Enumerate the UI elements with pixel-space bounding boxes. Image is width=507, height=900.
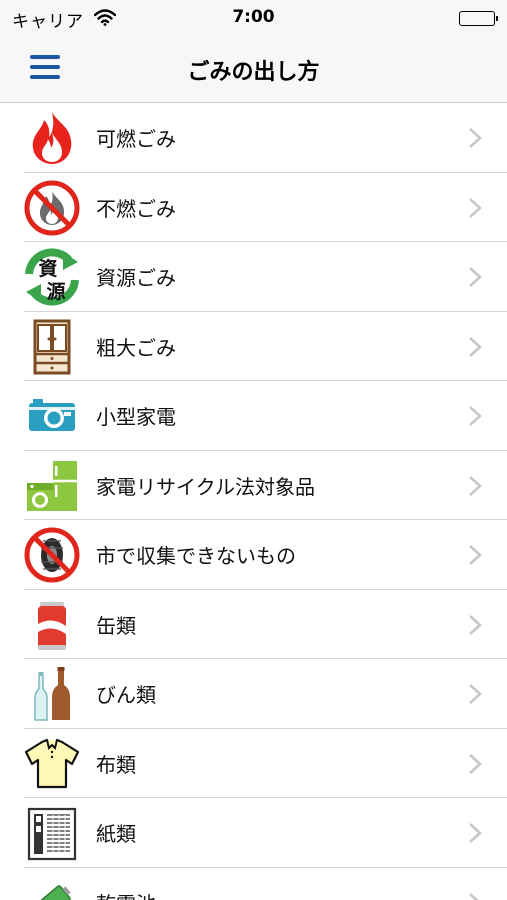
navigation-bar: ごみの出し方 bbox=[0, 36, 507, 103]
battery-icon bbox=[459, 11, 498, 26]
list-item-appliance-recycling[interactable]: 家電リサイクル法対象品 bbox=[0, 451, 507, 521]
list-item-dry-batteries[interactable]: 乾電池 bbox=[0, 868, 507, 900]
list-item-label: 紙類 bbox=[96, 822, 136, 846]
list-item-label: 家電リサイクル法対象品 bbox=[96, 474, 315, 499]
list-item-cloth[interactable]: 布類 bbox=[0, 729, 507, 799]
battery-cell-icon bbox=[23, 874, 81, 900]
no-tire-icon bbox=[23, 526, 81, 584]
recycle-resources-icon: 資 源 bbox=[23, 248, 81, 306]
chevron-right-icon bbox=[468, 753, 482, 775]
chevron-right-icon bbox=[468, 822, 482, 844]
list-item-bulky[interactable]: 粗大ごみ bbox=[0, 312, 507, 382]
icon-text-resource-bottom: 源 bbox=[46, 280, 65, 303]
icon-text-resource-top: 資 bbox=[38, 257, 57, 280]
newspaper-icon bbox=[23, 804, 81, 862]
flame-icon bbox=[23, 109, 81, 167]
list-item-label: 乾電池 bbox=[96, 888, 156, 900]
list-item-small-appliances[interactable]: 小型家電 bbox=[0, 381, 507, 451]
status-time: 7:00 bbox=[232, 7, 275, 27]
chevron-right-icon bbox=[468, 475, 482, 497]
chevron-right-icon bbox=[468, 405, 482, 427]
chevron-right-icon bbox=[468, 683, 482, 705]
chevron-right-icon bbox=[468, 614, 482, 636]
chevron-right-icon bbox=[468, 544, 482, 566]
list-item-resources[interactable]: 資 源 資源ごみ bbox=[0, 242, 507, 312]
list-item-cans[interactable]: 缶類 bbox=[0, 590, 507, 660]
list-item-not-collected[interactable]: 市で収集できないもの bbox=[0, 520, 507, 590]
list-item-label: 粗大ごみ bbox=[96, 335, 176, 360]
list-item-label: 市で収集できないもの bbox=[96, 544, 296, 568]
cabinet-icon bbox=[23, 318, 81, 376]
camera-icon bbox=[23, 387, 81, 445]
chevron-right-icon bbox=[468, 197, 482, 219]
chevron-right-icon bbox=[468, 892, 482, 900]
list-item-non-burnable[interactable]: 不燃ごみ bbox=[0, 173, 507, 243]
list-item-label: 資源ごみ bbox=[96, 266, 176, 290]
page-title: ごみの出し方 bbox=[187, 60, 320, 85]
status-bar: キャリア 7:00 bbox=[0, 0, 507, 36]
list-item-label: 不燃ごみ bbox=[96, 196, 176, 221]
no-burn-icon bbox=[23, 179, 81, 237]
list-item-label: 小型家電 bbox=[96, 405, 176, 429]
list-item-label: 布類 bbox=[96, 752, 136, 777]
chevron-right-icon bbox=[468, 266, 482, 288]
garbage-category-list: 可燃ごみ 不燃ごみ 資 源 資源ごみ 粗大ごみ 小型家電 家電リサイクル法対象品… bbox=[0, 103, 507, 900]
appliances-icon bbox=[23, 457, 81, 515]
can-icon bbox=[23, 596, 81, 654]
shirt-icon bbox=[23, 735, 81, 793]
chevron-right-icon bbox=[468, 336, 482, 358]
list-item-label: びん類 bbox=[96, 683, 156, 707]
list-item-label: 可燃ごみ bbox=[96, 127, 176, 151]
list-item-label: 缶類 bbox=[96, 613, 136, 638]
list-item-bottles[interactable]: びん類 bbox=[0, 659, 507, 729]
list-item-burnable[interactable]: 可燃ごみ bbox=[0, 103, 507, 173]
chevron-right-icon bbox=[468, 127, 482, 149]
bottles-icon bbox=[23, 665, 81, 723]
list-item-paper[interactable]: 紙類 bbox=[0, 798, 507, 868]
